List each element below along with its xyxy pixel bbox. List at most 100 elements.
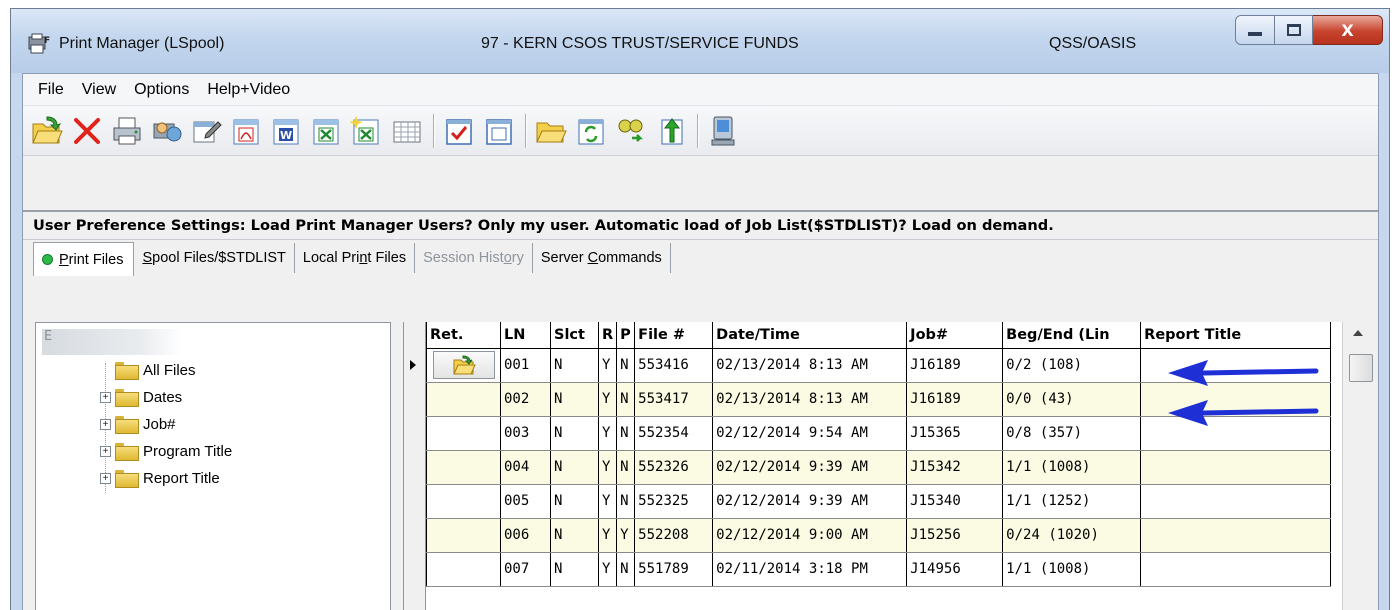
cell-ln[interactable]: 006 [500,518,551,553]
cell-datetime[interactable]: 02/12/2014 9:39 AM [712,450,908,485]
cell-r[interactable]: Y [597,382,618,417]
cell-ln[interactable]: 005 [500,484,551,519]
excel-new-export-icon[interactable] [349,113,385,149]
cell-ret[interactable] [426,382,501,417]
cell-ret[interactable] [426,518,501,553]
menu-options[interactable]: Options [125,81,198,99]
expand-icon[interactable]: + [100,445,111,457]
cell-datetime[interactable]: 02/12/2014 9:54 AM [712,416,908,451]
cell-p[interactable]: N [616,416,636,451]
expand-icon[interactable]: + [100,472,111,484]
cell-job[interactable]: J15340 [906,484,1004,519]
col-header-r[interactable]: R [597,322,618,349]
cell-p[interactable]: N [616,348,636,383]
cell-r[interactable]: Y [597,552,618,587]
cell-ln[interactable]: 002 [500,382,551,417]
tree-item-all-files[interactable]: All Files [100,357,196,383]
grid-view-icon[interactable] [389,113,425,149]
cell-job[interactable]: J15342 [906,450,1004,485]
cell-r[interactable]: Y [597,416,618,451]
menu-view[interactable]: View [73,81,125,99]
cell-r[interactable]: Y [597,484,618,519]
pdf-export-icon[interactable] [229,113,265,149]
cell-p[interactable]: N [616,552,636,587]
table-row[interactable]: 006 N Y Y 552208 02/12/2014 9:00 AM J15256 0/24… [426,518,1332,553]
cell-job[interactable]: J16189 [906,348,1004,383]
cell-p[interactable]: Y [616,518,636,553]
cell-beg-end[interactable]: 0/24 (1020) [1002,518,1142,553]
cell-beg-end[interactable]: 0/0 (43) [1002,382,1142,417]
find-icon[interactable] [613,113,649,149]
cell-job[interactable]: J15365 [906,416,1004,451]
cell-r[interactable]: Y [597,450,618,485]
scroll-thumb[interactable] [1349,354,1373,382]
col-header-file[interactable]: File # [634,322,714,349]
cell-slct[interactable]: N [550,552,599,587]
table-row[interactable]: 004 N Y N 552326 02/12/2014 9:39 AM J15342 1/1 … [426,450,1332,485]
edit-properties-icon[interactable] [189,113,225,149]
close-button[interactable]: X [1313,15,1383,45]
cell-file-number[interactable]: 552208 [634,518,714,553]
cell-slct[interactable]: N [550,484,599,519]
cell-job[interactable]: J15256 [906,518,1004,553]
cell-beg-end[interactable]: 1/1 (1008) [1002,552,1142,587]
cell-slct[interactable]: N [550,518,599,553]
tree-item-program-title[interactable]: + Program Title [100,438,232,464]
remote-computer-icon[interactable] [705,113,741,149]
minimize-button[interactable] [1235,15,1275,45]
col-header-ln[interactable]: LN [500,322,551,349]
cell-ln[interactable]: 001 [500,348,551,383]
retrieve-button[interactable] [432,351,495,379]
cell-file-number[interactable]: 551789 [634,552,714,587]
cell-datetime[interactable]: 02/12/2014 9:39 AM [712,484,908,519]
title-bar[interactable]: F Print Manager (LSpool) 97 - KERN CSOS … [11,9,1389,73]
tab-server-commands[interactable]: Server Commands [533,243,671,273]
cell-ret[interactable] [426,484,501,519]
tab-local-print-files[interactable]: Local Print Files [295,243,416,273]
excel-export-icon[interactable] [309,113,345,149]
tab-print-files[interactable]: Print Files [33,242,135,276]
cell-report-title[interactable] [1140,450,1332,485]
cell-beg-end[interactable]: 1/1 (1008) [1002,450,1142,485]
cell-report-title[interactable] [1140,484,1332,519]
cell-datetime[interactable]: 02/11/2014 3:18 PM [712,552,908,587]
cell-ret[interactable] [426,450,501,485]
tree-item-job[interactable]: + Job# [100,411,176,437]
cell-p[interactable]: N [616,484,636,519]
col-header-p[interactable]: P [616,322,636,349]
cell-p[interactable]: N [616,450,636,485]
cell-ln[interactable]: 004 [500,450,551,485]
cell-file-number[interactable]: 552326 [634,450,714,485]
printer-setup-icon[interactable] [149,113,185,149]
table-row[interactable]: 007 N Y N 551789 02/11/2014 3:18 PM J14956 1/1 … [426,552,1332,587]
cell-beg-end[interactable]: 0/8 (357) [1002,416,1142,451]
cell-datetime[interactable]: 02/13/2014 8:13 AM [712,382,908,417]
cell-slct[interactable]: N [550,416,599,451]
col-header-ret[interactable]: Ret. [426,322,501,349]
cell-beg-end[interactable]: 0/2 (108) [1002,348,1142,383]
menu-help-video[interactable]: Help+Video [198,81,299,99]
col-header-report-title[interactable]: Report Title [1140,322,1332,349]
cell-ret[interactable] [426,552,501,587]
deselect-all-icon[interactable] [481,113,517,149]
cell-job[interactable]: J16189 [906,382,1004,417]
cell-ln[interactable]: 007 [500,552,551,587]
cell-r[interactable]: Y [597,348,618,383]
cell-report-title[interactable] [1140,552,1332,587]
scroll-up-icon[interactable] [1353,330,1363,336]
cell-ret[interactable] [426,416,501,451]
cell-file-number[interactable]: 553416 [634,348,714,383]
row-selector-column[interactable] [404,322,426,610]
col-header-begend[interactable]: Beg/End (Lin [1002,322,1142,349]
cell-job[interactable]: J14956 [906,552,1004,587]
cell-ret[interactable] [426,348,501,383]
col-header-job[interactable]: Job# [906,322,1004,349]
menu-file[interactable]: File [29,81,73,99]
cell-file-number[interactable]: 552354 [634,416,714,451]
maximize-button[interactable] [1275,15,1313,45]
col-header-slct[interactable]: Slct [550,322,599,349]
cell-file-number[interactable]: 553417 [634,382,714,417]
cell-slct[interactable]: N [550,450,599,485]
cell-slct[interactable]: N [550,382,599,417]
expand-icon[interactable]: + [100,391,111,403]
